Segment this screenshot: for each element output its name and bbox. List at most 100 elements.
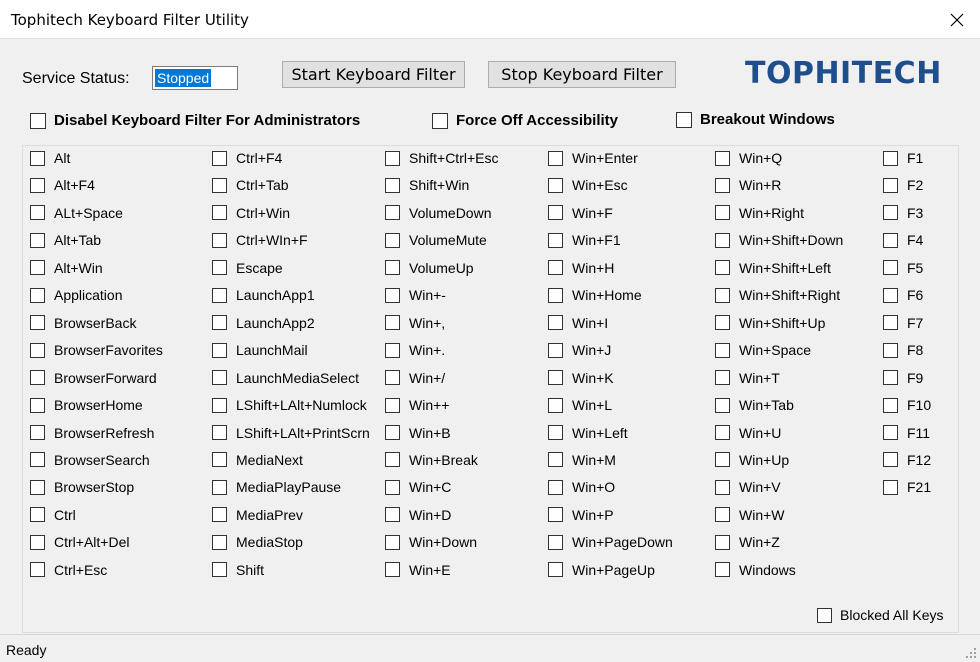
key-checkbox[interactable]: Win+W <box>715 507 785 523</box>
key-checkbox[interactable]: Win+F <box>548 205 613 221</box>
key-checkbox[interactable]: Win+Space <box>715 342 811 358</box>
key-checkbox[interactable]: LShift+LAlt+Numlock <box>212 397 367 413</box>
key-checkbox[interactable]: F2 <box>883 177 923 193</box>
key-checkbox[interactable]: Ctrl+Tab <box>212 177 289 193</box>
service-status-field[interactable]: Stopped <box>152 66 238 90</box>
key-checkbox[interactable]: Win+D <box>385 507 451 523</box>
key-checkbox[interactable]: BrowserStop <box>30 479 134 495</box>
key-checkbox[interactable]: Win+F1 <box>548 232 621 248</box>
key-checkbox[interactable]: F6 <box>883 287 923 303</box>
key-checkbox[interactable]: Escape <box>212 260 283 276</box>
key-checkbox[interactable]: LaunchMediaSelect <box>212 370 359 386</box>
key-checkbox[interactable]: Win+O <box>548 479 615 495</box>
key-checkbox[interactable]: Shift+Win <box>385 177 469 193</box>
key-checkbox[interactable]: Win+T <box>715 370 780 386</box>
key-checkbox[interactable]: F5 <box>883 260 923 276</box>
key-checkbox[interactable]: LaunchApp1 <box>212 287 315 303</box>
key-checkbox[interactable]: Win+E <box>385 562 451 578</box>
key-checkbox[interactable]: Win+Down <box>385 534 477 550</box>
key-checkbox[interactable]: Win+I <box>548 315 608 331</box>
key-checkbox[interactable]: Win+. <box>385 342 445 358</box>
key-checkbox[interactable]: Application <box>30 287 123 303</box>
key-checkbox[interactable]: Win++ <box>385 397 449 413</box>
key-checkbox[interactable]: Ctrl+Win <box>212 205 290 221</box>
key-checkbox[interactable]: BrowserSearch <box>30 452 150 468</box>
key-checkbox[interactable]: Win+J <box>548 342 611 358</box>
key-checkbox[interactable]: Win+PageDown <box>548 534 673 550</box>
key-checkbox[interactable]: Win+M <box>548 452 616 468</box>
force-off-accessibility-checkbox[interactable]: Force Off Accessibility <box>432 112 618 129</box>
key-checkbox[interactable]: Ctrl+WIn+F <box>212 232 308 248</box>
key-checkbox[interactable]: Win+Right <box>715 205 804 221</box>
key-checkbox[interactable]: LaunchApp2 <box>212 315 315 331</box>
key-checkbox[interactable]: F10 <box>883 397 931 413</box>
key-checkbox[interactable]: Win+- <box>385 287 446 303</box>
key-checkbox[interactable]: Windows <box>715 562 796 578</box>
key-checkbox[interactable]: MediaPlayPause <box>212 479 341 495</box>
blocked-all-keys-checkbox[interactable]: Blocked All Keys <box>817 607 944 623</box>
key-checkbox[interactable]: Win+C <box>385 479 451 495</box>
key-checkbox[interactable]: Win+Shift+Up <box>715 315 825 331</box>
key-checkbox[interactable]: Win+V <box>715 479 781 495</box>
key-checkbox[interactable]: ALt+Space <box>30 205 123 221</box>
key-checkbox[interactable]: Win+Left <box>548 425 628 441</box>
key-checkbox[interactable]: Alt+F4 <box>30 177 95 193</box>
close-button[interactable] <box>934 0 980 39</box>
key-checkbox[interactable]: Win+K <box>548 370 614 386</box>
key-checkbox[interactable]: Win+Shift+Down <box>715 232 843 248</box>
key-checkbox[interactable]: Alt+Win <box>30 260 103 276</box>
key-checkbox[interactable]: F4 <box>883 232 923 248</box>
key-checkbox[interactable]: BrowserRefresh <box>30 425 154 441</box>
key-checkbox[interactable]: Ctrl+Alt+Del <box>30 534 129 550</box>
key-checkbox[interactable]: MediaPrev <box>212 507 303 523</box>
stop-filter-button[interactable]: Stop Keyboard Filter <box>488 61 676 88</box>
key-checkbox[interactable]: Win+Tab <box>715 397 794 413</box>
key-checkbox[interactable]: Win+R <box>715 177 781 193</box>
key-checkbox[interactable]: F8 <box>883 342 923 358</box>
key-checkbox[interactable]: Shift <box>212 562 264 578</box>
key-checkbox[interactable]: Win+, <box>385 315 445 331</box>
key-checkbox[interactable]: Shift+Ctrl+Esc <box>385 150 498 166</box>
breakout-windows-checkbox[interactable]: Breakout Windows <box>676 111 835 128</box>
key-checkbox[interactable]: Alt+Tab <box>30 232 101 248</box>
key-checkbox[interactable]: Win+P <box>548 507 614 523</box>
key-checkbox[interactable]: Alt <box>30 150 70 166</box>
key-checkbox[interactable]: Win+H <box>548 260 614 276</box>
key-checkbox[interactable]: Win+/ <box>385 370 445 386</box>
key-checkbox[interactable]: Win+Up <box>715 452 789 468</box>
key-checkbox[interactable]: F21 <box>883 479 931 495</box>
key-checkbox[interactable]: Win+L <box>548 397 612 413</box>
key-checkbox[interactable]: VolumeUp <box>385 260 474 276</box>
key-checkbox[interactable]: F12 <box>883 452 931 468</box>
key-checkbox[interactable]: Ctrl+Esc <box>30 562 107 578</box>
key-checkbox[interactable]: LShift+LAlt+PrintScrn <box>212 425 370 441</box>
start-filter-button[interactable]: Start Keyboard Filter <box>282 61 465 88</box>
key-checkbox[interactable]: F11 <box>883 425 930 441</box>
key-checkbox[interactable]: F3 <box>883 205 923 221</box>
key-checkbox[interactable]: Win+U <box>715 425 781 441</box>
key-checkbox[interactable]: Win+PageUp <box>548 562 655 578</box>
key-checkbox[interactable]: Win+Shift+Left <box>715 260 831 276</box>
key-checkbox[interactable]: Ctrl+F4 <box>212 150 282 166</box>
key-checkbox[interactable]: VolumeMute <box>385 232 487 248</box>
key-checkbox[interactable]: MediaStop <box>212 534 303 550</box>
key-checkbox[interactable]: BrowserHome <box>30 397 143 413</box>
key-checkbox[interactable]: Win+Break <box>385 452 478 468</box>
key-checkbox[interactable]: Ctrl <box>30 507 76 523</box>
key-checkbox[interactable]: F7 <box>883 315 923 331</box>
key-checkbox[interactable]: Win+Enter <box>548 150 638 166</box>
key-checkbox[interactable]: VolumeDown <box>385 205 492 221</box>
disable-admin-filter-checkbox[interactable]: Disabel Keyboard Filter For Administrato… <box>30 112 360 129</box>
resize-grip-icon[interactable] <box>965 647 977 659</box>
key-checkbox[interactable]: BrowserForward <box>30 370 157 386</box>
key-checkbox[interactable]: Win+Home <box>548 287 642 303</box>
key-checkbox[interactable]: Win+Shift+Right <box>715 287 840 303</box>
key-checkbox[interactable]: Win+Q <box>715 150 782 166</box>
key-checkbox[interactable]: Win+Esc <box>548 177 628 193</box>
key-checkbox[interactable]: F9 <box>883 370 923 386</box>
key-checkbox[interactable]: Win+Z <box>715 534 780 550</box>
key-checkbox[interactable]: BrowserFavorites <box>30 342 163 358</box>
key-checkbox[interactable]: LaunchMail <box>212 342 308 358</box>
key-checkbox[interactable]: F1 <box>883 150 923 166</box>
key-checkbox[interactable]: BrowserBack <box>30 315 136 331</box>
